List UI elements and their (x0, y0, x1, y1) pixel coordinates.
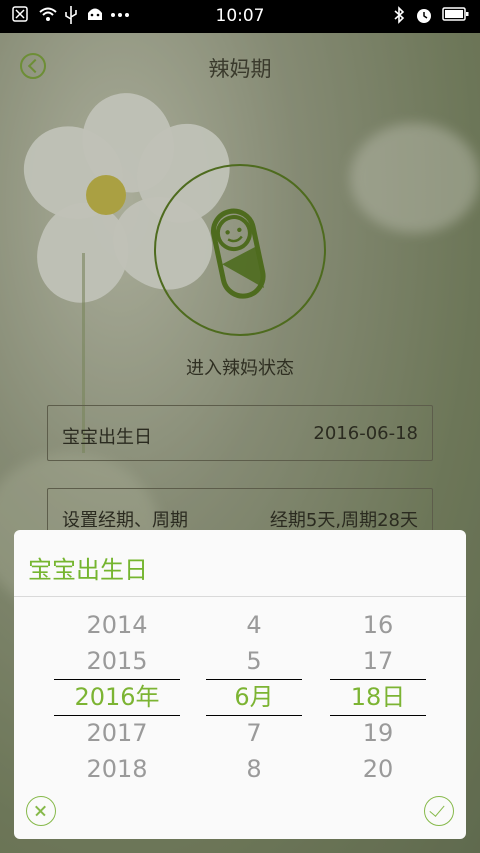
wheel-item-selected[interactable]: 18日 (330, 679, 426, 715)
wheel-item[interactable]: 2014 (54, 607, 180, 643)
enter-state-button[interactable] (154, 164, 326, 336)
wheel-item[interactable]: 19 (330, 715, 426, 751)
cancel-icon[interactable] (26, 796, 56, 826)
wheel-item[interactable]: 4 (206, 607, 302, 643)
status-bar: 10:07 (0, 0, 480, 33)
clock: 10:07 (215, 6, 265, 26)
baby-icon (196, 202, 286, 306)
month-wheel[interactable]: 4 5 6月 7 8 (206, 602, 302, 783)
wheel-item[interactable]: 2015 (54, 643, 180, 679)
confirm-icon[interactable] (424, 796, 454, 826)
birthday-value: 2016-06-18 (313, 423, 418, 444)
header: 辣妈期 (0, 33, 480, 99)
dialog-title: 宝宝出生日 (28, 556, 148, 584)
wheel-item[interactable]: 17 (330, 643, 426, 679)
wheel-item[interactable]: 16 (330, 607, 426, 643)
wheel-item[interactable]: 2017 (54, 715, 180, 751)
wheel-item[interactable]: 5 (206, 643, 302, 679)
birthday-row[interactable]: 宝宝出生日 2016-06-18 (47, 405, 433, 461)
wheel-item-selected[interactable]: 2016年 (54, 679, 180, 715)
wheel-item[interactable]: 20 (330, 751, 426, 787)
alarm-icon (414, 6, 434, 29)
wheel-item[interactable]: 7 (206, 715, 302, 751)
day-wheel[interactable]: 16 17 18日 19 20 (330, 602, 426, 783)
cycle-label: 设置经期、周期 (62, 510, 188, 531)
divider (14, 596, 466, 597)
battery-icon (442, 6, 470, 27)
date-picker-dialog: 宝宝出生日 2014 2015 2016年 2017 2018 4 5 6月 7… (14, 530, 466, 839)
page-title: 辣妈期 (208, 57, 272, 81)
cycle-value: 经期5天,周期28天 (269, 510, 418, 531)
year-wheel[interactable]: 2014 2015 2016年 2017 2018 (54, 602, 180, 783)
wheel-item[interactable]: 2018 (54, 751, 180, 787)
birthday-label: 宝宝出生日 (62, 427, 152, 448)
wheel-item[interactable]: 8 (206, 751, 302, 787)
enter-state-label: 进入辣妈状态 (186, 358, 294, 379)
bluetooth-icon (392, 6, 406, 29)
wheel-item-selected[interactable]: 6月 (206, 679, 302, 715)
